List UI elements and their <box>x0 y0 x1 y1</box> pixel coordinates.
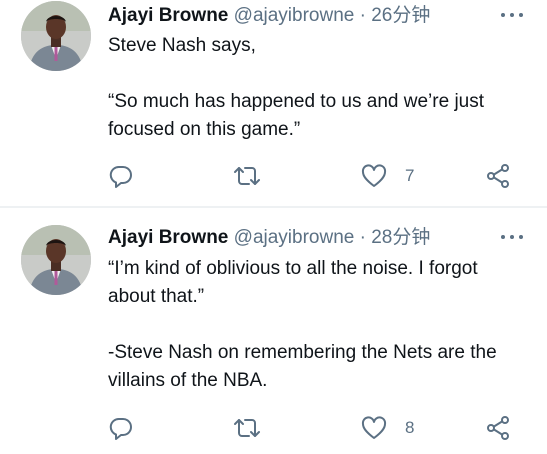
share-icon <box>486 163 512 189</box>
retweet-button[interactable] <box>232 161 262 191</box>
tweet-text-spacer <box>108 311 517 339</box>
like-count: 7 <box>405 166 415 185</box>
tweet-text: Steve Nash says, “So much has happened t… <box>108 32 517 144</box>
tweet-text-line: “So much has happened to us and we’re ju… <box>108 91 485 140</box>
like-count: 8 <box>405 418 415 437</box>
timestamp[interactable]: 26分钟 <box>371 5 430 26</box>
heart-icon <box>360 415 388 441</box>
share-button[interactable] <box>486 413 512 443</box>
tweet-text-line: -Steve Nash on remembering the Nets are … <box>108 342 497 391</box>
author-handle[interactable]: @ajayibrowne <box>234 227 355 248</box>
like-button[interactable]: 7 <box>360 161 414 191</box>
avatar[interactable] <box>21 225 91 295</box>
retweet-icon <box>232 163 262 189</box>
retweet-button[interactable] <box>232 413 262 443</box>
author-handle[interactable]: @ajayibrowne <box>234 5 355 26</box>
more-horizontal-icon[interactable] <box>500 228 524 246</box>
reply-button[interactable] <box>108 161 134 191</box>
tweet-header: Ajayi Browne @ajayibrowne · 28分钟 <box>108 226 517 250</box>
separator: · <box>359 227 366 248</box>
retweet-icon <box>232 415 262 441</box>
share-button[interactable] <box>486 161 512 191</box>
tweet[interactable]: Ajayi Browne @ajayibrowne · 28分钟 “I’m ki… <box>0 208 547 454</box>
tweet-actions: 8 <box>0 413 547 443</box>
tweet[interactable]: Ajayi Browne @ajayibrowne · 26分钟 Steve N… <box>0 0 547 206</box>
separator: · <box>359 5 366 26</box>
tweet-text: “I’m kind of oblivious to all the noise.… <box>108 255 517 395</box>
avatar[interactable] <box>21 1 91 71</box>
share-icon <box>486 415 512 441</box>
reply-button[interactable] <box>108 413 134 443</box>
tweet-actions: 7 <box>0 161 547 191</box>
tweet-text-spacer <box>108 60 517 88</box>
reply-icon <box>108 163 134 189</box>
tweet-header: Ajayi Browne @ajayibrowne · 26分钟 <box>108 4 517 28</box>
like-button[interactable]: 8 <box>360 413 414 443</box>
tweet-text-line: Steve Nash says, <box>108 35 256 56</box>
heart-icon <box>360 163 388 189</box>
timestamp[interactable]: 28分钟 <box>371 227 430 248</box>
reply-icon <box>108 415 134 441</box>
more-horizontal-icon[interactable] <box>500 6 524 24</box>
author-name[interactable]: Ajayi Browne <box>108 5 228 26</box>
tweet-text-line: “I’m kind of oblivious to all the noise.… <box>108 258 478 307</box>
author-name[interactable]: Ajayi Browne <box>108 227 228 248</box>
